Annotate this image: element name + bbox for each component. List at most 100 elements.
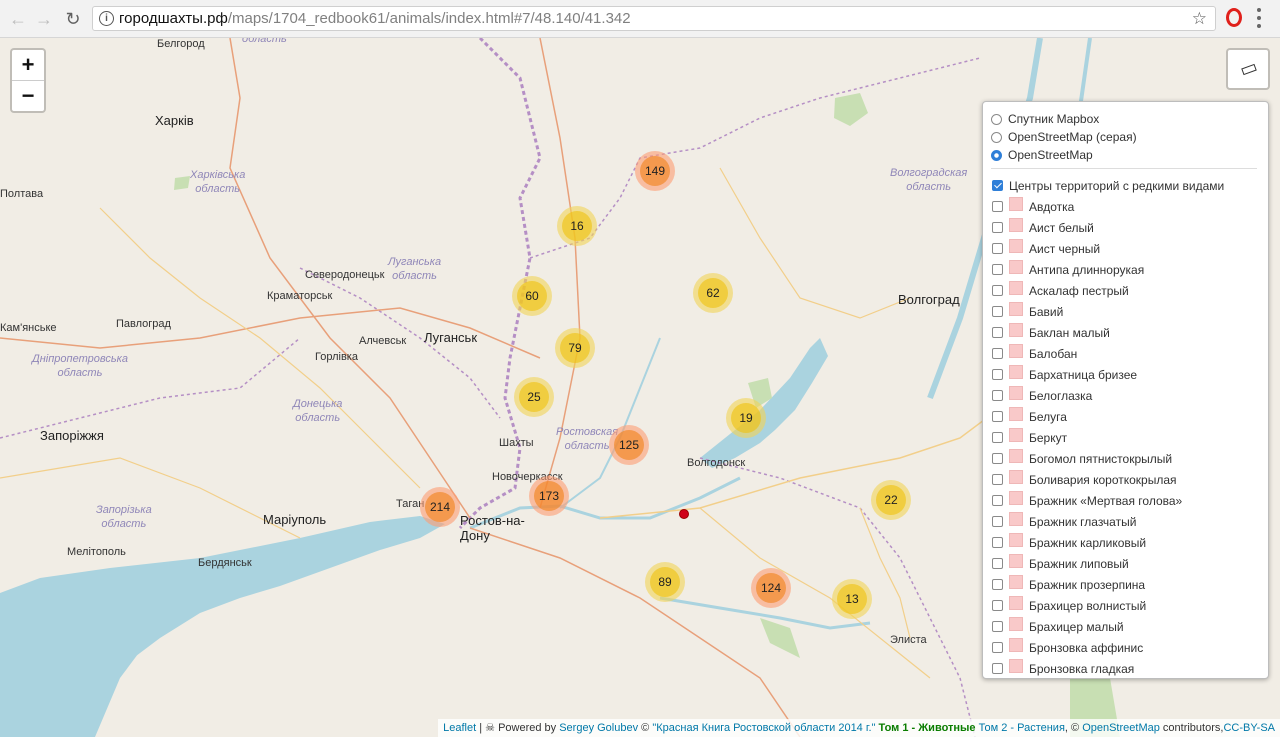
- checkbox[interactable]: [992, 390, 1003, 401]
- checkbox[interactable]: [992, 369, 1003, 380]
- checkbox[interactable]: [992, 180, 1003, 191]
- checkbox[interactable]: [992, 348, 1003, 359]
- osm-link[interactable]: OpenStreetMap: [1082, 722, 1160, 734]
- info-icon[interactable]: i: [99, 11, 114, 26]
- checkbox[interactable]: [992, 663, 1003, 674]
- checkbox[interactable]: [992, 453, 1003, 464]
- base-layer-option[interactable]: OpenStreetMap (серая): [991, 128, 1137, 146]
- species-label: Брахицер малый: [1029, 619, 1124, 634]
- overlay-species-item[interactable]: Бронзовка аффинис: [992, 637, 1143, 658]
- forward-arrow-icon[interactable]: →: [32, 7, 56, 31]
- author-link[interactable]: Sergey Golubev: [559, 722, 638, 734]
- checkbox[interactable]: [992, 243, 1003, 254]
- label-donetsk-obl: Донецька область: [293, 398, 343, 424]
- zoom-out-button[interactable]: −: [12, 80, 44, 111]
- base-layer-option[interactable]: OpenStreetMap: [991, 146, 1093, 164]
- measure-button[interactable]: [1226, 48, 1270, 90]
- checkbox[interactable]: [992, 558, 1003, 569]
- checkbox[interactable]: [992, 201, 1003, 212]
- overlay-species-item[interactable]: Балобан: [992, 343, 1077, 364]
- volume2-link[interactable]: Том 2 - Растения: [976, 722, 1065, 734]
- marker-cluster-124[interactable]: 124: [751, 568, 791, 608]
- checkbox[interactable]: [992, 516, 1003, 527]
- radio-button[interactable]: [991, 131, 1002, 143]
- overlay-species-item[interactable]: Аист белый: [992, 217, 1094, 238]
- license-link[interactable]: CC-BY-SA: [1223, 722, 1275, 734]
- marker-cluster-214[interactable]: 214: [420, 487, 460, 527]
- reload-icon[interactable]: ↻: [61, 7, 85, 31]
- map-marker-point[interactable]: [679, 509, 689, 519]
- marker-cluster-125[interactable]: 125: [609, 425, 649, 465]
- checkbox[interactable]: [992, 600, 1003, 611]
- checkbox[interactable]: [992, 411, 1003, 422]
- label-poltava: Полтава: [0, 188, 44, 200]
- overlay-species-item[interactable]: Белоглазка: [992, 385, 1092, 406]
- marker-cluster-19[interactable]: 19: [726, 398, 766, 438]
- checkbox[interactable]: [992, 306, 1003, 317]
- back-arrow-icon[interactable]: ←: [6, 7, 30, 31]
- base-layer-option[interactable]: Спутник Mapbox: [991, 110, 1099, 128]
- legend-swatch: [1009, 616, 1023, 631]
- legend-swatch: [1009, 469, 1023, 484]
- overlay-species-item[interactable]: Беркут: [992, 427, 1067, 448]
- menu-dots-icon[interactable]: [1256, 8, 1262, 28]
- leaflet-link[interactable]: Leaflet: [443, 722, 476, 734]
- checkbox[interactable]: [992, 537, 1003, 548]
- checkbox[interactable]: [992, 495, 1003, 506]
- checkbox[interactable]: [992, 579, 1003, 590]
- checkbox[interactable]: [992, 285, 1003, 296]
- volume1-link[interactable]: Том 1 - Животные: [876, 722, 976, 734]
- overlay-species-item[interactable]: Аскалаф пестрый: [992, 280, 1129, 301]
- overlay-species-item[interactable]: Бавий: [992, 301, 1063, 322]
- checkbox[interactable]: [992, 327, 1003, 338]
- marker-cluster-13[interactable]: 13: [832, 579, 872, 619]
- checkbox[interactable]: [992, 474, 1003, 485]
- legend-swatch: [1009, 595, 1023, 610]
- overlay-species-item[interactable]: Брахицер малый: [992, 616, 1124, 637]
- radio-button[interactable]: [991, 149, 1002, 161]
- checkbox[interactable]: [992, 642, 1003, 653]
- overlay-species-item[interactable]: Бархатница бризее: [992, 364, 1137, 385]
- marker-cluster-16[interactable]: 16: [557, 206, 597, 246]
- overlay-species-item[interactable]: Аист черный: [992, 238, 1100, 259]
- opera-icon[interactable]: [1226, 8, 1242, 27]
- radio-button[interactable]: [991, 113, 1002, 125]
- checkbox[interactable]: [992, 222, 1003, 233]
- overlay-species-item[interactable]: Антипа длиннорукая: [992, 259, 1144, 280]
- overlay-species-item[interactable]: Белуга: [992, 406, 1067, 427]
- marker-cluster-173[interactable]: 173: [529, 476, 569, 516]
- overlay-species-item[interactable]: Авдотка: [992, 196, 1074, 217]
- map-attribution: Leaflet | ☠ Powered by Sergey Golubev © …: [438, 719, 1280, 737]
- address-bar[interactable]: i городшахты.рф/maps/1704_redbook61/anim…: [92, 6, 1216, 31]
- map-canvas[interactable]: Белгород область Харків Харківська облас…: [0, 38, 1280, 737]
- checkbox[interactable]: [992, 264, 1003, 275]
- overlay-species-item[interactable]: Брахицер волнистый: [992, 595, 1146, 616]
- checkbox[interactable]: [992, 432, 1003, 443]
- marker-cluster-79[interactable]: 79: [555, 328, 595, 368]
- marker-cluster-22[interactable]: 22: [871, 480, 911, 520]
- overlay-species-item[interactable]: Бражник липовый: [992, 553, 1129, 574]
- overlay-species-item[interactable]: Боливария короткокрылая: [992, 469, 1177, 490]
- label-kharkiv: Харків: [155, 113, 194, 128]
- overlay-species-item[interactable]: Бронзовка гладкая: [992, 658, 1134, 678]
- marker-cluster-60[interactable]: 60: [512, 276, 552, 316]
- redbook-link[interactable]: "Красная Книга Ростовской области 2014 г…: [652, 722, 875, 734]
- marker-cluster-25[interactable]: 25: [514, 377, 554, 417]
- label-zaporizhzhia: Запоріжжя: [40, 428, 104, 443]
- overlay-species-item[interactable]: Бражник глазчатый: [992, 511, 1136, 532]
- url-text: городшахты.рф/maps/1704_redbook61/animal…: [119, 7, 631, 30]
- cluster-count: 22: [876, 485, 906, 515]
- marker-cluster-89[interactable]: 89: [645, 562, 685, 602]
- overlay-species-item[interactable]: Бражник карликовый: [992, 532, 1146, 553]
- overlay-species-item[interactable]: Богомол пятнистокрылый: [992, 448, 1172, 469]
- marker-cluster-149[interactable]: 149: [635, 151, 675, 191]
- checkbox[interactable]: [992, 621, 1003, 632]
- overlay-species-item[interactable]: Бражник «Мертвая голова»: [992, 490, 1182, 511]
- bookmark-star-icon[interactable]: ☆: [1192, 7, 1207, 30]
- marker-cluster-62[interactable]: 62: [693, 273, 733, 313]
- zoom-in-button[interactable]: +: [12, 50, 44, 80]
- overlay-centers[interactable]: Центры территорий с редкими видами: [992, 175, 1224, 196]
- overlay-species-item[interactable]: Бражник прозерпина: [992, 574, 1145, 595]
- overlay-species-item[interactable]: Баклан малый: [992, 322, 1110, 343]
- cluster-count: 89: [650, 567, 680, 597]
